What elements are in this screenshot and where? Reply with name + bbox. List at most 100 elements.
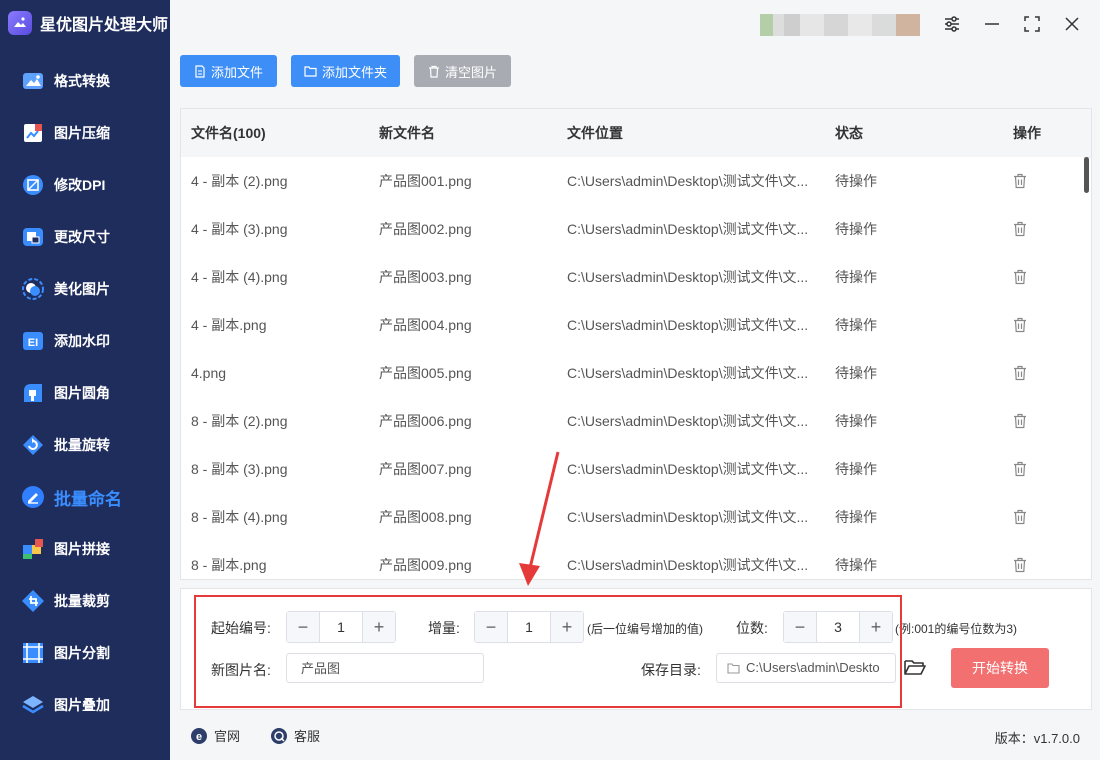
cell-filename: 8 - 副本 (2).png	[191, 413, 288, 429]
new-name-label: 新图片名:	[211, 662, 271, 678]
sidebar-item-rotate[interactable]: 批量旋转	[0, 425, 170, 465]
resize-icon	[20, 224, 46, 250]
sidebar-item-resize[interactable]: 更改尺寸	[0, 217, 170, 257]
delete-row-icon[interactable]	[1013, 509, 1027, 525]
start-convert-button[interactable]: 开始转换	[951, 648, 1049, 688]
dpi-icon	[20, 172, 46, 198]
cell-filename: 8 - 副本 (3).png	[191, 461, 288, 477]
clear-images-button[interactable]: 清空图片	[414, 55, 511, 87]
sidebar-item-splice[interactable]: 图片拼接	[0, 529, 170, 569]
sidebar-item-crop[interactable]: 批量裁剪	[0, 581, 170, 621]
increment-label: 增量:	[428, 620, 460, 636]
header-status: 状态	[835, 125, 863, 141]
save-dir-input[interactable]: C:\Users\admin\Deskto	[716, 653, 896, 683]
cell-location: C:\Users\admin\Desktop\测试文件\文...	[567, 461, 809, 477]
sidebar-item-watermark[interactable]: EI 添加水印	[0, 321, 170, 361]
sidebar-item-label: 更改尺寸	[54, 229, 110, 245]
increment-value[interactable]: 1	[507, 612, 551, 642]
beautify-icon	[20, 276, 46, 302]
add-file-button[interactable]: 添加文件	[180, 55, 277, 87]
delete-row-icon[interactable]	[1013, 365, 1027, 381]
file-table: 文件名(100) 新文件名 文件位置 状态 操作 4 - 副本 (2).png 产…	[180, 108, 1092, 580]
split-icon	[20, 640, 46, 666]
increment-increment[interactable]: +	[551, 612, 583, 642]
user-avatar-blurred	[760, 14, 920, 36]
table-row[interactable]: 8 - 副本 (3).png 产品图007.png C:\Users\admin\D…	[181, 445, 1083, 494]
cell-location: C:\Users\admin\Desktop\测试文件\文...	[567, 365, 809, 381]
rotate-icon	[20, 432, 46, 458]
delete-row-icon[interactable]	[1013, 461, 1027, 477]
delete-row-icon[interactable]	[1013, 317, 1027, 333]
sidebar-item-dpi[interactable]: 修改DPI	[0, 165, 170, 205]
start-number-increment[interactable]: +	[363, 612, 395, 642]
cell-location: C:\Users\admin\Desktop\测试文件\文...	[567, 173, 809, 189]
delete-row-icon[interactable]	[1013, 557, 1027, 573]
close-icon[interactable]	[1060, 12, 1084, 36]
digits-decrement[interactable]: −	[784, 612, 816, 642]
cell-location: C:\Users\admin\Desktop\测试文件\文...	[567, 221, 809, 237]
table-row[interactable]: 4 - 副本 (2).png 产品图001.png C:\Users\admin\D…	[181, 157, 1083, 206]
cell-new-filename: 产品图006.png	[379, 413, 472, 429]
sidebar-item-split[interactable]: 图片分割	[0, 633, 170, 673]
increment-decrement[interactable]: −	[475, 612, 507, 642]
add-file-label: 添加文件	[210, 64, 263, 80]
folder-small-icon	[727, 663, 740, 674]
clear-images-label: 清空图片	[444, 64, 497, 80]
table-row[interactable]: 4 - 副本 (4).png 产品图003.png C:\Users\admin\D…	[181, 253, 1083, 302]
delete-row-icon[interactable]	[1013, 269, 1027, 285]
website-link[interactable]: e 官网	[190, 726, 240, 745]
cell-new-filename: 产品图004.png	[379, 317, 472, 333]
rounded-corner-icon	[20, 380, 46, 406]
overlay-icon	[20, 692, 46, 718]
cell-new-filename: 产品图008.png	[379, 509, 472, 525]
minimize-icon[interactable]	[980, 12, 1004, 36]
sidebar-item-rounded-corner[interactable]: 图片圆角	[0, 373, 170, 413]
sidebar-item-beautify[interactable]: 美化图片	[0, 269, 170, 309]
digits-increment[interactable]: +	[860, 612, 892, 642]
digits-value[interactable]: 3	[816, 612, 860, 642]
start-number-value[interactable]: 1	[319, 612, 363, 642]
cell-location: C:\Users\admin\Desktop\测试文件\文...	[567, 413, 809, 429]
maximize-icon[interactable]	[1020, 12, 1044, 36]
increment-stepper[interactable]: − 1 +	[474, 611, 584, 643]
crop-icon	[20, 588, 46, 614]
sidebar-item-rename[interactable]: 批量命名	[0, 477, 170, 517]
delete-row-icon[interactable]	[1013, 413, 1027, 429]
sidebar-item-compress[interactable]: 图片压缩	[0, 113, 170, 153]
browse-folder-icon[interactable]	[904, 657, 926, 680]
table-row[interactable]: 4.png 产品图005.png C:\Users\admin\Desktop\测试…	[181, 349, 1083, 398]
new-name-input[interactable]: 产品图	[286, 653, 484, 683]
delete-row-icon[interactable]	[1013, 173, 1027, 189]
start-number-decrement[interactable]: −	[287, 612, 319, 642]
cell-new-filename: 产品图001.png	[379, 173, 472, 189]
title-bar	[170, 0, 1100, 48]
settings-sliders-icon[interactable]	[940, 12, 964, 36]
cell-status: 待操作	[835, 317, 877, 333]
app-logo-icon	[8, 11, 32, 35]
table-row[interactable]: 4 - 副本.png 产品图004.png C:\Users\admin\Deskt…	[181, 301, 1083, 350]
sidebar-item-label: 批量旋转	[54, 437, 110, 453]
cell-location: C:\Users\admin\Desktop\测试文件\文...	[567, 317, 809, 333]
delete-row-icon[interactable]	[1013, 221, 1027, 237]
cell-filename: 4.png	[191, 365, 227, 381]
table-row[interactable]: 8 - 副本 (4).png 产品图008.png C:\Users\admin\D…	[181, 493, 1083, 542]
table-scrollbar[interactable]	[1084, 157, 1089, 193]
digits-hint: (例:001的编号位数为3)	[895, 622, 1018, 636]
chat-support-icon	[271, 727, 287, 744]
digits-stepper[interactable]: − 3 +	[783, 611, 893, 643]
cell-filename: 4 - 副本 (4).png	[191, 269, 288, 285]
table-row[interactable]: 8 - 副本 (2).png 产品图006.png C:\Users\admin\D…	[181, 397, 1083, 446]
start-number-stepper[interactable]: − 1 +	[286, 611, 396, 643]
cell-status: 待操作	[835, 557, 877, 573]
support-link[interactable]: 客服	[270, 726, 320, 745]
file-icon	[195, 64, 205, 78]
add-folder-button[interactable]: 添加文件夹	[291, 55, 400, 87]
sidebar-item-overlay[interactable]: 图片叠加	[0, 685, 170, 725]
table-row[interactable]: 8 - 副本.png 产品图009.png C:\Users\admin\Deskt…	[181, 541, 1083, 579]
header-new-filename: 新文件名	[379, 125, 435, 141]
table-row[interactable]: 4 - 副本 (3).png 产品图002.png C:\Users\admin\D…	[181, 205, 1083, 254]
header-filename: 文件名(100)	[191, 125, 266, 141]
cell-new-filename: 产品图003.png	[379, 269, 472, 285]
sidebar-item-format-convert[interactable]: 格式转换	[0, 61, 170, 101]
footer: e 官网 客服 版本：v1.7.0.0	[170, 712, 1100, 760]
